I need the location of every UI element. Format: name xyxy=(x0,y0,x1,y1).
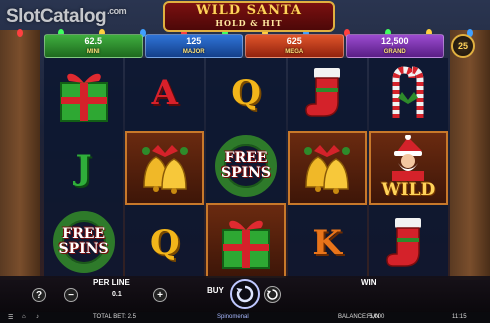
symbol-bells xyxy=(125,130,205,206)
jackpot-label: MAJOR xyxy=(182,49,205,55)
stocking-icon xyxy=(305,68,341,118)
symbol-gift-box xyxy=(206,203,286,279)
game-logo: WILD SANTA HOLD & HIT xyxy=(163,1,335,32)
symbol-letter-j: J xyxy=(44,132,123,204)
per-line-label: PER LINE xyxy=(93,278,130,287)
jackpot-label: MEGA xyxy=(285,49,304,55)
symbol-letter: Q xyxy=(149,222,180,263)
reel-1: J FREE SPINS xyxy=(44,58,124,278)
mode-label: FUN xyxy=(367,314,380,320)
reel-4: K xyxy=(287,58,367,278)
free-word: FREE xyxy=(224,150,268,166)
home-icon[interactable]: ⌂ xyxy=(22,314,26,320)
menu-icon[interactable]: ☰ xyxy=(8,314,13,321)
game-stage: SlotCatalog.com WILD SANTA HOLD & HIT 62… xyxy=(0,0,490,323)
symbol-free-spins: FREE SPINS xyxy=(44,206,123,278)
status-footer: ☰ ⌂ ♪ TOTAL BET: 2.5 Spinomenal BALANCE:… xyxy=(0,312,490,323)
watermark-text: SlotCatalog xyxy=(6,6,107,27)
symbol-free-spins: FREE SPINS xyxy=(206,131,285,202)
wood-frame-left xyxy=(0,30,40,280)
free-word: FREE xyxy=(62,226,106,242)
jackpot-value: 62.5 xyxy=(84,36,103,46)
control-bar: ? PER LINE − 0.1 + BUY WIN xyxy=(0,276,490,312)
jackpot-value: 12,500 xyxy=(380,36,409,46)
santa-icon xyxy=(392,134,425,181)
help-button[interactable]: ? xyxy=(32,288,46,302)
free-spins-label: FREE SPINS xyxy=(59,227,109,257)
gift-box-icon xyxy=(59,73,108,122)
reel-2: A Q xyxy=(125,58,205,278)
watermark: SlotCatalog.com xyxy=(6,6,127,28)
symbol-letter: Q xyxy=(231,73,261,114)
reel-5: WILD xyxy=(368,58,449,278)
logo-title: WILD SANTA xyxy=(195,3,303,18)
jackpot-mini: 62.5 MINI xyxy=(44,34,143,58)
symbol-letter: K xyxy=(312,222,342,263)
stocking-icon xyxy=(386,217,422,267)
per-line-value: 0.1 xyxy=(112,291,122,298)
jackpot-mega: 625 MEGA xyxy=(245,34,344,58)
autoplay-button[interactable] xyxy=(264,286,281,303)
symbol-letter-k: K xyxy=(288,207,367,278)
paylines-badge: 25 xyxy=(451,34,475,58)
symbol-letter-q: Q xyxy=(125,207,204,278)
jackpot-value: 125 xyxy=(186,36,202,46)
jackpot-value: 625 xyxy=(286,36,302,46)
bet-decrease-button[interactable]: − xyxy=(64,288,78,302)
clock: 11:15 xyxy=(452,314,467,320)
logo-subtitle: HOLD & HIT xyxy=(215,18,283,28)
wild-label: WILD xyxy=(381,180,436,201)
autoplay-icon xyxy=(267,289,278,300)
bet-increase-button[interactable]: + xyxy=(153,288,167,302)
candy-cane-icon xyxy=(392,66,424,119)
symbol-letter: A xyxy=(151,73,178,114)
symbol-letter: J xyxy=(75,148,92,188)
wood-frame-right xyxy=(450,30,490,280)
reel-3: Q FREE SPINS xyxy=(206,58,286,279)
symbol-gift-box xyxy=(44,58,123,130)
reel-grid: J FREE SPINS A Q Q FREE SPINS K WILD xyxy=(44,58,449,279)
spins-word: SPINS xyxy=(220,165,272,181)
spin-icon xyxy=(236,285,254,303)
free-spins-label: FREE SPINS xyxy=(221,151,271,181)
bells-icon xyxy=(141,145,188,194)
buy-button[interactable]: BUY xyxy=(207,286,224,295)
jackpot-label: GRAND xyxy=(383,49,406,55)
symbol-letter-q: Q xyxy=(206,58,285,129)
total-bet: TOTAL BET: 2.5 xyxy=(93,314,136,320)
watermark-suffix: .com xyxy=(107,6,127,16)
symbol-stocking xyxy=(288,58,367,129)
symbol-candy-cane xyxy=(369,58,448,129)
gift-box-icon xyxy=(222,220,270,269)
jackpot-grand: 12,500 GRAND xyxy=(345,34,444,58)
jackpot-major: 125 MAJOR xyxy=(144,34,243,58)
symbol-bells xyxy=(287,130,367,206)
spin-button[interactable] xyxy=(230,279,260,309)
bells-icon xyxy=(304,145,351,194)
sound-icon[interactable]: ♪ xyxy=(36,314,39,320)
jackpot-label: MINI xyxy=(86,49,100,55)
symbol-stocking xyxy=(369,207,448,278)
provider-logo: Spinomenal xyxy=(217,314,249,320)
symbol-wild-santa: WILD xyxy=(368,130,449,206)
symbol-letter-a: A xyxy=(125,58,204,129)
jackpot-bar: 62.5 MINI 125 MAJOR 625 MEGA 12,500 GRAN… xyxy=(44,34,444,58)
spins-word: SPINS xyxy=(58,241,109,257)
win-label: WIN xyxy=(361,278,377,287)
